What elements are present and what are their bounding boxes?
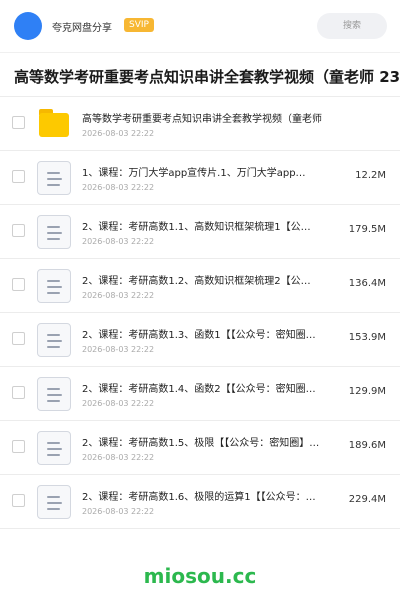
file-name: 2、课程：考研高数1.5、极限【【公众号：密知圈】… (82, 438, 320, 449)
file-date: 2026-08-03 22:22 (82, 129, 155, 138)
file-date: 2026-08-03 22:22 (82, 453, 155, 462)
row-checkbox[interactable] (12, 278, 25, 291)
document-icon (37, 485, 71, 519)
file-date: 2026-08-03 22:22 (82, 291, 155, 300)
file-date: 2026-08-03 22:22 (82, 183, 155, 192)
file-size: 136.4M (348, 278, 386, 289)
document-icon (37, 269, 71, 303)
document-icon (37, 323, 71, 357)
file-row[interactable]: 高等数学考研重要考点知识串讲全套教学视频（童老师 2026-08-03 22:2… (0, 97, 400, 151)
file-name: 2、课程：考研高数1.3、函数1【【公众号：密知圈… (82, 330, 316, 341)
row-checkbox[interactable] (12, 170, 25, 183)
file-row[interactable]: 2、课程：考研高数1.4、函数2【【公众号：密知圈… 2026-08-03 22… (0, 367, 400, 421)
row-checkbox[interactable] (12, 116, 25, 129)
search-button[interactable]: 搜索 (317, 13, 387, 39)
row-checkbox[interactable] (12, 440, 25, 453)
avatar[interactable] (14, 12, 42, 40)
file-size: 179.5M (348, 224, 386, 235)
document-icon (37, 377, 71, 411)
folder-icon (37, 107, 71, 141)
file-date: 2026-08-03 22:22 (82, 237, 155, 246)
file-name: 2、课程：考研高数1.2、高数知识框架梳理2【公… (82, 276, 311, 287)
file-date: 2026-08-03 22:22 (82, 399, 155, 408)
share-name: 夸克网盘分享 (52, 23, 112, 34)
file-row[interactable]: 2、课程：考研高数1.2、高数知识框架梳理2【公… 2026-08-03 22:… (0, 259, 400, 313)
file-name: 1、课程：万门大学app宣传片.1、万门大学app… (82, 168, 306, 179)
file-size: 229.4M (348, 494, 386, 505)
file-size: 12.2M (355, 170, 386, 181)
svip-badge: SVIP (124, 18, 154, 32)
file-row[interactable]: 2、课程：考研高数1.6、极限的运算1【【公众号：… 2026-08-03 22… (0, 475, 400, 529)
file-size: 129.9M (348, 386, 386, 397)
file-size: 153.9M (348, 332, 386, 343)
watermark: miosou.cc (143, 564, 257, 588)
file-list: 高等数学考研重要考点知识串讲全套教学视频（童老师 2026-08-03 22:2… (0, 97, 400, 529)
document-icon (37, 431, 71, 465)
document-icon (37, 161, 71, 195)
row-checkbox[interactable] (12, 332, 25, 345)
file-name: 高等数学考研重要考点知识串讲全套教学视频（童老师 (82, 114, 322, 125)
file-name: 2、课程：考研高数1.6、极限的运算1【【公众号：… (82, 492, 316, 503)
file-row[interactable]: 2、课程：考研高数1.1、高数知识框架梳理1【公… 2026-08-03 22:… (0, 205, 400, 259)
document-icon (37, 215, 71, 249)
file-row[interactable]: 1、课程：万门大学app宣传片.1、万门大学app… 2026-08-03 22… (0, 151, 400, 205)
header-divider (0, 52, 400, 53)
header: 夸克网盘分享 SVIP 搜索 (0, 0, 400, 52)
file-name: 2、课程：考研高数1.1、高数知识框架梳理1【公… (82, 222, 311, 233)
file-name: 2、课程：考研高数1.4、函数2【【公众号：密知圈… (82, 384, 316, 395)
row-checkbox[interactable] (12, 386, 25, 399)
file-size: 189.6M (348, 440, 386, 451)
file-date: 2026-08-03 22:22 (82, 507, 155, 516)
row-checkbox[interactable] (12, 494, 25, 507)
row-checkbox[interactable] (12, 224, 25, 237)
file-row[interactable]: 2、课程：考研高数1.3、函数1【【公众号：密知圈… 2026-08-03 22… (0, 313, 400, 367)
file-date: 2026-08-03 22:22 (82, 345, 155, 354)
file-row[interactable]: 2、课程：考研高数1.5、极限【【公众号：密知圈】… 2026-08-03 22… (0, 421, 400, 475)
page-title: 高等数学考研重要考点知识串讲全套教学视频（童老师 23年 (14, 68, 400, 86)
